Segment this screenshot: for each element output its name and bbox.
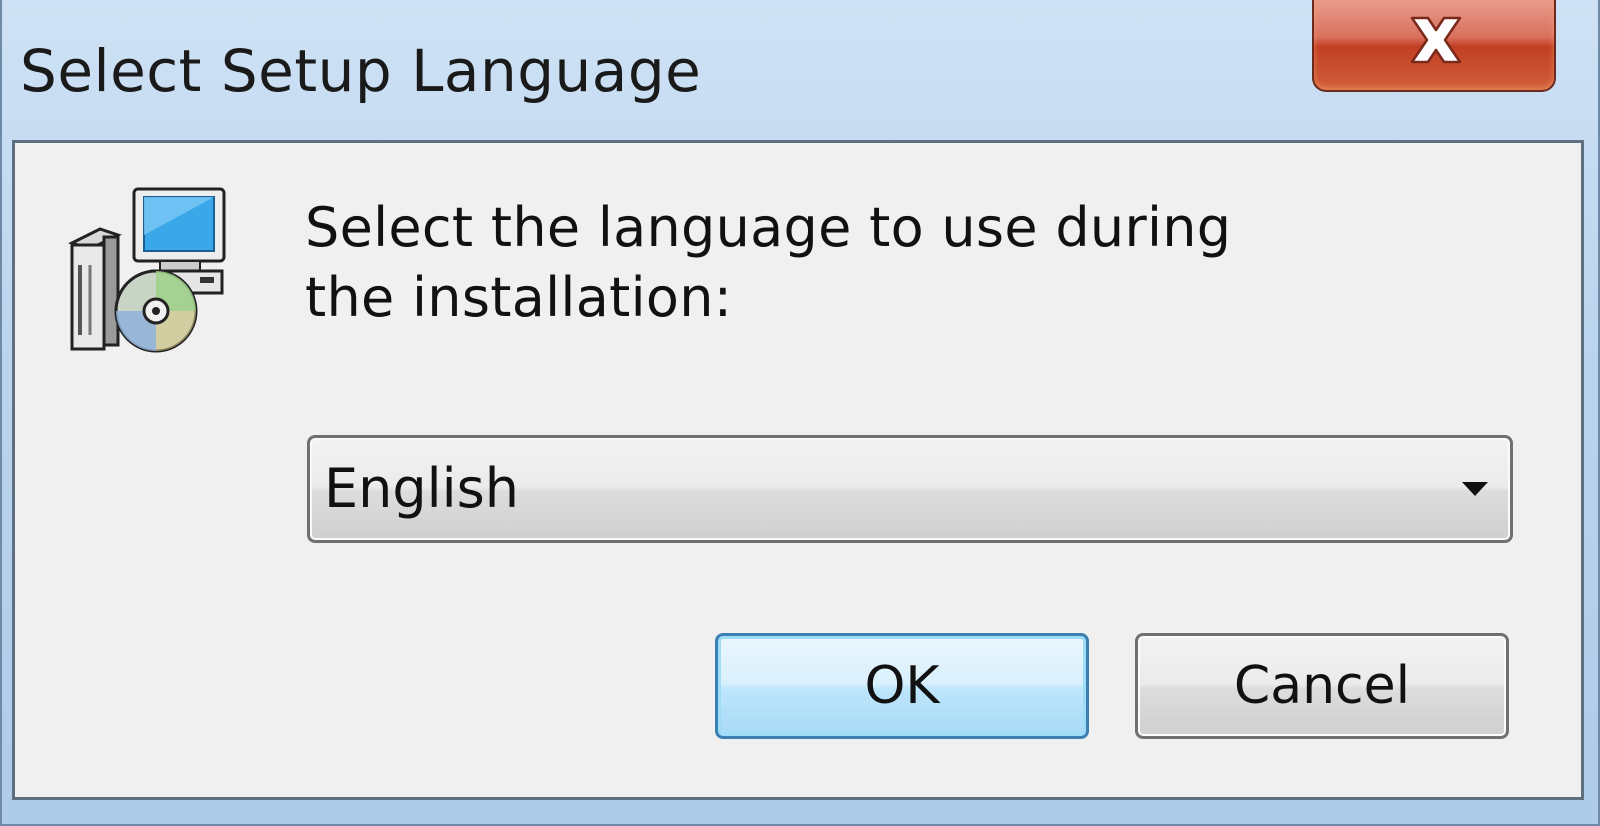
setup-installer-icon [68, 187, 226, 353]
cancel-button[interactable]: Cancel [1135, 633, 1509, 739]
close-x-icon [1410, 16, 1462, 64]
ok-button[interactable]: OK [715, 633, 1089, 739]
language-select[interactable]: English [307, 435, 1513, 543]
window-title: Select Setup Language [20, 37, 702, 105]
chevron-down-icon[interactable] [1460, 480, 1490, 498]
title-bar[interactable]: Select Setup Language [2, 0, 1598, 140]
language-select-value: English [324, 457, 519, 520]
prompt-text: Select the language to use during the in… [305, 196, 1232, 329]
close-button[interactable] [1312, 0, 1556, 92]
dialog-window: Select Setup Language Select the languag… [0, 0, 1600, 826]
dialog-body: Select the language to use during the in… [12, 140, 1584, 800]
